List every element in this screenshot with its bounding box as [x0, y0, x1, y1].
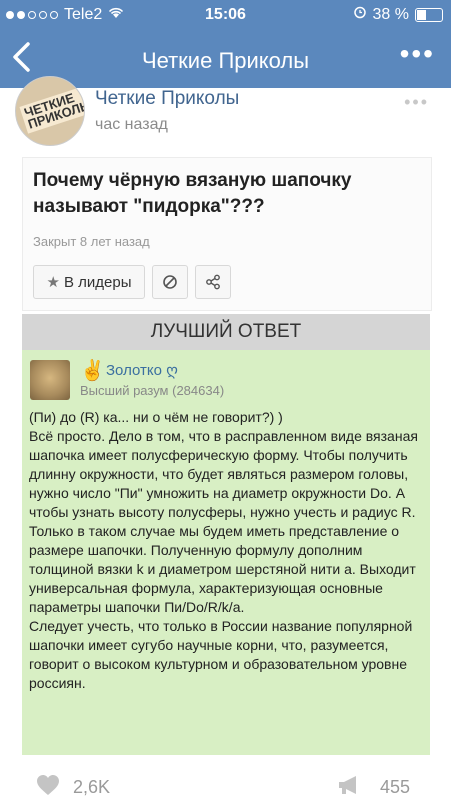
question-title: Почему чёрную вязаную шапочку называют "…	[33, 170, 352, 217]
post-footer: 2,6K 455	[0, 772, 451, 800]
status-bar: Tele2 15:06 38 %	[0, 0, 451, 30]
heart-icon[interactable]	[36, 774, 60, 802]
megaphone-icon[interactable]	[337, 774, 363, 802]
community-avatar[interactable]: ЧЕТКИЕ ПРИКОЛЫ	[15, 76, 85, 146]
share-icon	[206, 274, 220, 290]
best-answer-header: ЛУЧШИЙ ОТВЕТ	[22, 314, 430, 350]
alarm-icon	[353, 5, 367, 24]
answer-author-avatar[interactable]	[30, 360, 70, 400]
more-dots-icon: •••	[399, 38, 435, 69]
likes-count: 2,6K	[73, 777, 111, 797]
leaders-button-label: В лидеры	[63, 273, 132, 291]
post-menu-icon[interactable]: •••	[404, 92, 429, 113]
more-button[interactable]: •••	[400, 40, 435, 68]
reposts-count: 455	[380, 777, 411, 797]
share-button[interactable]	[195, 265, 231, 299]
best-answer: ✌ Золотко ღ Высший разум (284634) (Пи) д…	[22, 350, 430, 755]
victory-hand-icon: ✌	[80, 360, 105, 382]
question-status: Закрыт 8 лет назад	[33, 234, 150, 249]
question-card: Почему чёрную вязаную шапочку называют "…	[22, 157, 432, 311]
status-right: 38 %	[353, 5, 443, 24]
answer-text: (Пи) до (R) ка... ни о чём не говорит?) …	[29, 409, 418, 691]
star-icon: ★	[46, 274, 60, 291]
leaders-button[interactable]: ★ В лидеры	[33, 265, 145, 299]
battery-percent: 38 %	[372, 5, 409, 23]
battery-icon	[415, 7, 443, 22]
post-author[interactable]: Четкие Приколы	[95, 88, 239, 110]
avatar-logo-text: ЧЕТКИЕ ПРИКОЛЫ	[19, 84, 84, 134]
nav-bar: Четкие Приколы •••	[0, 30, 451, 88]
answer-author-name[interactable]: Золотко ღ	[106, 361, 178, 379]
block-icon	[163, 275, 177, 289]
nav-title: Четкие Приколы	[141, 48, 310, 73]
block-button[interactable]	[152, 265, 188, 299]
answer-author-rank: Высший разум (284634)	[80, 383, 225, 398]
post-time: час назад	[95, 116, 168, 133]
